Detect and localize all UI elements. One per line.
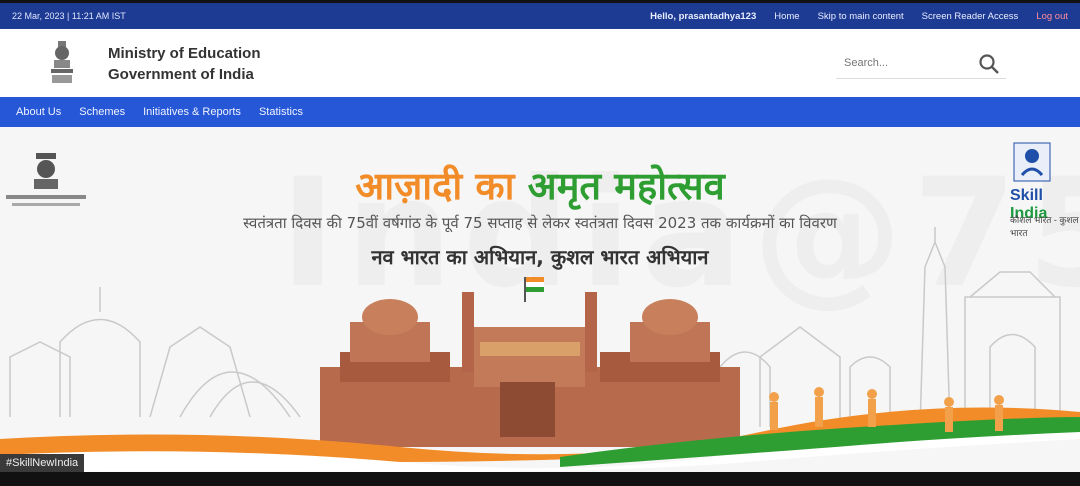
banner-subtitle: स्वतंत्रता दिवस की 75वीं वर्षगांठ के पूर… [243,214,837,232]
banner-title-part2: अमृत महोत्सव [527,164,725,208]
hashtag-label: #SkillNewIndia [0,454,85,472]
ministry-line-1: Ministry of Education [108,45,261,62]
ministry-line-2: Government of India [108,66,254,83]
search-box [836,49,1006,79]
site-header: Ministry of Education Government of Indi… [0,29,1080,97]
window-frame-bottom [0,472,1080,486]
utility-links: Hello, prasantadhya123 Home Skip to main… [650,11,1068,22]
home-link[interactable]: Home [774,11,799,22]
date-time-text: 22 Mar, 2023 | 11:21 AM IST [12,11,126,21]
banner-title-part1: आज़ादी का [355,164,515,208]
banner-tagline: नव भारत का अभियान, कुशल भारत अभियान [371,245,709,269]
hero-banner[interactable]: India@75 आज़ादी का अमृत महोत्सव स्वतंत्र… [0,127,1080,472]
red-fort-illustration [320,277,740,447]
nav-item-about-us[interactable]: About Us [16,106,61,118]
skill-india-logo-icon [1013,142,1051,182]
top-utility-bar: 22 Mar, 2023 | 11:21 AM IST Hello, prasa… [0,3,1080,29]
main-navigation: About Us Schemes Initiatives & Reports S… [0,97,1080,127]
skill-word: Skill [1010,187,1043,204]
screen-reader-link[interactable]: Screen Reader Access [922,11,1019,22]
skip-to-content-link[interactable]: Skip to main content [818,11,904,22]
user-greeting[interactable]: Hello, prasantadhya123 [650,11,756,22]
left-monuments-line-art [9,287,301,418]
search-input[interactable] [844,57,964,69]
logout-link[interactable]: Log out [1036,11,1068,22]
skill-india-tagline: कौशल भारत - कुशल भारत [1010,215,1079,238]
nav-item-schemes[interactable]: Schemes [79,106,125,118]
national-emblem-icon[interactable] [48,39,76,87]
ministry-name[interactable]: Ministry of Education Government of Indi… [108,43,261,85]
nav-item-statistics[interactable]: Statistics [259,106,303,118]
search-icon[interactable] [978,53,1000,75]
nav-item-initiatives-reports[interactable]: Initiatives & Reports [143,106,241,118]
banner-title: आज़ादी का अमृत महोत्सव [0,159,1080,211]
